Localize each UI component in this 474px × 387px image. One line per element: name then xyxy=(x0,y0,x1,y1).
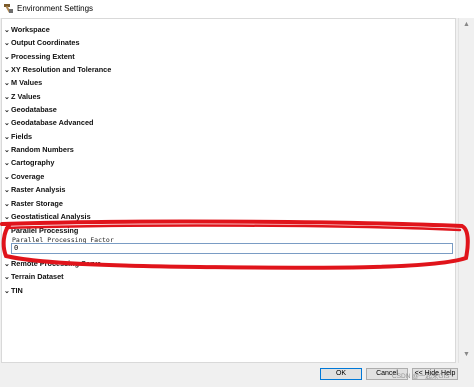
chevron-down-icon: ⌄ xyxy=(4,80,10,87)
section-label: Output Coordinates xyxy=(11,38,80,47)
section-header[interactable]: ⌄Workspace xyxy=(4,25,50,37)
chevron-down-icon: ⌄ xyxy=(4,174,10,181)
section-label: TIN xyxy=(11,286,23,295)
section-label: Geodatabase xyxy=(11,105,57,114)
section-label: Raster Analysis xyxy=(11,185,66,194)
section-label: Geodatabase Advanced xyxy=(11,118,94,127)
chevron-down-icon: ⌄ xyxy=(4,160,10,167)
section-label: Z Values xyxy=(11,92,41,101)
section-header[interactable]: ⌄TIN xyxy=(4,286,23,298)
section-header[interactable]: ⌄Geostatistical Analysis xyxy=(4,212,91,224)
section-label: Cartography xyxy=(11,158,55,167)
chevron-down-icon: ⌄ xyxy=(4,201,10,208)
section-label: Raster Storage xyxy=(11,199,63,208)
section-header[interactable]: ⌄Remote Processing Serve xyxy=(4,259,101,271)
section-header[interactable]: ⌄Terrain Dataset xyxy=(4,272,64,284)
section-header[interactable]: ⌄Fields xyxy=(4,132,32,144)
section-label: Workspace xyxy=(11,25,50,34)
title-bar: Environment Settings xyxy=(0,0,474,18)
ok-button[interactable]: OK xyxy=(320,368,362,380)
watermark: CSDN @一起来GIS xyxy=(392,373,450,380)
section-label: Fields xyxy=(11,132,33,141)
section-label: Random Numbers xyxy=(11,145,74,154)
section-header[interactable]: ⌄M Values xyxy=(4,78,42,90)
chevron-down-icon: ⌄ xyxy=(4,40,10,47)
hammer-icon xyxy=(4,4,13,13)
section-label: Geostatistical Analysis xyxy=(11,212,91,221)
chevron-down-icon: ⌄ xyxy=(4,120,10,127)
section-header[interactable]: ⌄Cartography xyxy=(4,158,54,170)
window-title: Environment Settings xyxy=(17,4,94,13)
section-label: XY Resolution and Tolerance xyxy=(11,65,112,74)
chevron-down-icon: ⌄ xyxy=(4,54,10,61)
section-label: Terrain Dataset xyxy=(11,272,64,281)
section-label: Parallel Processing xyxy=(11,226,79,235)
section-label: M Values xyxy=(11,78,43,87)
section-label: Coverage xyxy=(11,172,45,181)
chevron-down-icon: ⌄ xyxy=(4,134,10,141)
section-header[interactable]: ⌄Raster Storage xyxy=(4,199,63,211)
chevron-down-icon: ⌄ xyxy=(4,261,10,268)
scroll-up-icon[interactable]: ▲ xyxy=(463,21,470,28)
section-header[interactable]: ⌄Geodatabase xyxy=(4,105,57,117)
section-header[interactable]: ⌄XY Resolution and Tolerance xyxy=(4,65,111,77)
chevron-down-icon: ⌄ xyxy=(4,147,10,154)
section-header[interactable]: ⌄Geodatabase Advanced xyxy=(4,118,93,130)
section-header[interactable]: ⌄Z Values xyxy=(4,92,41,104)
chevron-down-icon: ⌄ xyxy=(4,187,10,194)
chevron-down-icon: ⌄ xyxy=(4,214,10,221)
section-header[interactable]: ⌄Raster Analysis xyxy=(4,185,65,197)
section-header[interactable]: ⌄Coverage xyxy=(4,172,44,184)
parallel-processing-factor-input[interactable]: 0 xyxy=(11,243,453,254)
chevron-up-icon: ⌃ xyxy=(4,228,10,235)
section-header[interactable]: ⌄Processing Extent xyxy=(4,52,75,64)
chevron-down-icon: ⌄ xyxy=(4,27,10,34)
scroll-down-icon[interactable]: ▼ xyxy=(463,351,470,358)
chevron-down-icon: ⌄ xyxy=(4,94,10,101)
section-label: Processing Extent xyxy=(11,52,75,61)
vertical-scrollbar[interactable]: ▲ ▼ xyxy=(458,18,473,363)
section-label: Remote Processing Serve xyxy=(11,259,102,268)
section-header[interactable]: ⌄Random Numbers xyxy=(4,145,74,157)
chevron-down-icon: ⌄ xyxy=(4,288,10,295)
chevron-down-icon: ⌄ xyxy=(4,107,10,114)
chevron-down-icon: ⌄ xyxy=(4,67,10,74)
section-header[interactable]: ⌄Output Coordinates xyxy=(4,38,80,50)
chevron-down-icon: ⌄ xyxy=(4,274,10,281)
